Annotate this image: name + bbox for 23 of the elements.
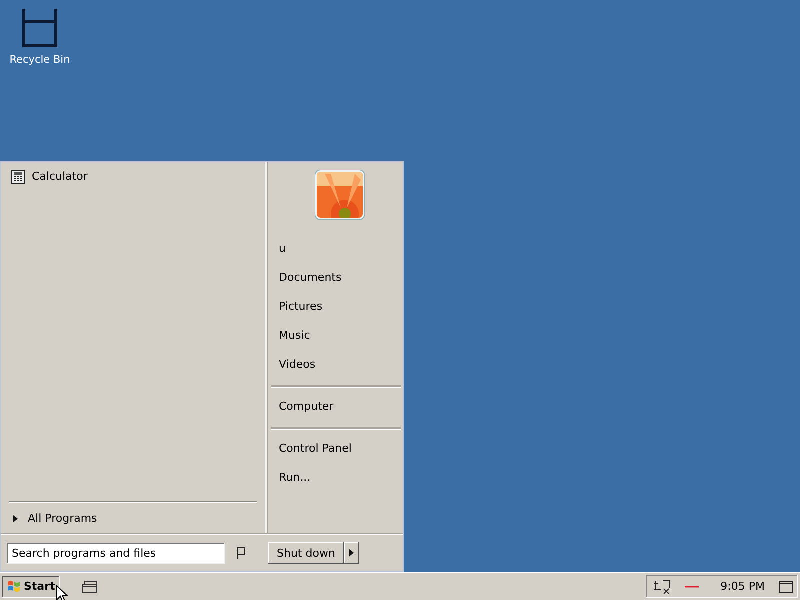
start-button[interactable]: Start [2,576,60,598]
arrow-icon [349,549,354,558]
clock[interactable]: 9:05 PM [720,580,765,594]
menu-item[interactable]: Computer [271,392,401,421]
window-icon[interactable] [82,580,98,593]
menu-item[interactable]: Music [271,320,401,350]
menu-item[interactable]: Videos [271,350,401,379]
icon-label: Recycle Bin [10,54,70,66]
shut-down-options-button[interactable] [344,542,360,564]
menu-item[interactable]: u [271,234,401,263]
show-desktop-icon[interactable] [779,580,793,593]
calculator-icon [11,170,25,184]
menu-item[interactable]: Documents [271,262,401,292]
bin-icon[interactable] [21,8,59,48]
program-item[interactable]: Calculator [7,170,259,184]
windows-logo-icon [7,580,21,594]
menu-item[interactable]: Run... [271,462,401,492]
menu-item[interactable]: Pictures [271,292,401,321]
search-field[interactable]: Search programs and files [7,542,225,564]
all-programs-item[interactable]: All Programs [7,503,259,534]
menu-item[interactable]: Control Panel [271,434,401,463]
shut-down-button[interactable]: Shut down [268,542,344,564]
arrow-icon [13,514,18,523]
